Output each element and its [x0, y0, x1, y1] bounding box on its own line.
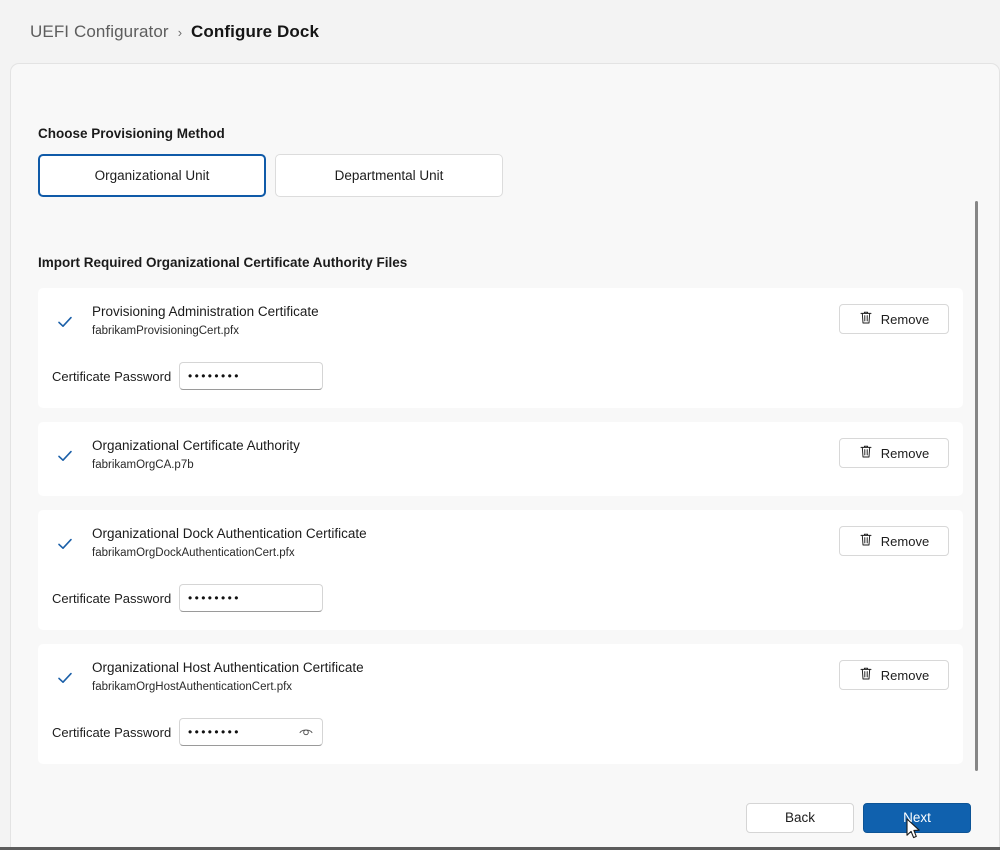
certificate-card: Provisioning Administration Certificate … — [38, 288, 963, 408]
next-button-label: Next — [903, 810, 931, 825]
certificate-password-label: Certificate Password — [52, 725, 179, 740]
certificate-password-input[interactable]: •••••••• — [179, 718, 323, 746]
back-button[interactable]: Back — [746, 803, 854, 833]
trash-icon — [859, 532, 873, 550]
page-title: Configure Dock — [191, 22, 319, 42]
reveal-password-eye-icon[interactable] — [298, 726, 314, 738]
provisioning-option-departmental-unit[interactable]: Departmental Unit — [275, 154, 503, 197]
trash-icon — [859, 310, 873, 328]
remove-button-label: Remove — [881, 446, 929, 461]
remove-certificate-button[interactable]: Remove — [839, 304, 949, 334]
provisioning-method-label: Choose Provisioning Method — [38, 126, 999, 141]
configure-dock-panel: Choose Provisioning Method Organizationa… — [10, 63, 1000, 847]
scrollbar-thumb[interactable] — [975, 201, 978, 771]
certificate-filename: fabrikamProvisioningCert.pfx — [92, 324, 949, 338]
certificate-title: Provisioning Administration Certificate — [92, 304, 949, 321]
certificate-info: Provisioning Administration Certificate … — [78, 304, 949, 338]
check-icon — [52, 304, 78, 331]
certificate-password-row: Certificate Password •••••••• — [38, 570, 963, 630]
certificate-card-header: Organizational Certificate Authority fab… — [38, 438, 963, 478]
certificate-title: Organizational Host Authentication Certi… — [92, 660, 949, 677]
certificate-info: Organizational Host Authentication Certi… — [78, 660, 949, 694]
back-button-label: Back — [785, 810, 815, 825]
certificate-password-row: Certificate Password •••••••• — [38, 704, 963, 764]
certificate-card-header: Provisioning Administration Certificate … — [38, 304, 963, 348]
certificate-card-header: Organizational Dock Authentication Certi… — [38, 526, 963, 570]
password-masked-value: •••••••• — [188, 592, 314, 604]
password-masked-value: •••••••• — [188, 370, 314, 382]
remove-button-label: Remove — [881, 534, 929, 549]
certificate-password-input[interactable]: •••••••• — [179, 362, 323, 390]
remove-button-label: Remove — [881, 668, 929, 683]
certificate-password-label: Certificate Password — [52, 591, 179, 606]
certificate-filename: fabrikamOrgCA.p7b — [92, 458, 949, 472]
remove-certificate-button[interactable]: Remove — [839, 660, 949, 690]
next-button[interactable]: Next — [863, 803, 971, 833]
certificate-password-input[interactable]: •••••••• — [179, 584, 323, 612]
remove-certificate-button[interactable]: Remove — [839, 438, 949, 468]
provisioning-method-group: Organizational Unit Departmental Unit — [38, 154, 999, 197]
panel-scroll-area: Choose Provisioning Method Organizationa… — [11, 64, 999, 789]
remove-button-label: Remove — [881, 312, 929, 327]
trash-icon — [859, 666, 873, 684]
wizard-footer: Back Next — [11, 788, 999, 847]
import-section-heading: Import Required Organizational Certifica… — [38, 255, 999, 270]
check-icon — [52, 438, 78, 465]
certificate-filename: fabrikamOrgDockAuthenticationCert.pfx — [92, 546, 949, 560]
certificate-card-header: Organizational Host Authentication Certi… — [38, 660, 963, 704]
breadcrumb-root-link[interactable]: UEFI Configurator — [30, 22, 169, 42]
vertical-scrollbar[interactable] — [972, 201, 981, 771]
breadcrumb-separator-icon: › — [178, 25, 182, 40]
check-icon — [52, 660, 78, 687]
breadcrumb-header: UEFI Configurator › Configure Dock — [0, 0, 1000, 63]
certificate-title: Organizational Certificate Authority — [92, 438, 949, 455]
certificate-card: Organizational Host Authentication Certi… — [38, 644, 963, 764]
certificate-info: Organizational Certificate Authority fab… — [78, 438, 949, 472]
provisioning-option-label: Organizational Unit — [95, 168, 210, 183]
password-masked-value: •••••••• — [188, 726, 298, 738]
certificate-list: Provisioning Administration Certificate … — [38, 288, 963, 764]
trash-icon — [859, 444, 873, 462]
certificate-info: Organizational Dock Authentication Certi… — [78, 526, 949, 560]
certificate-card: Organizational Dock Authentication Certi… — [38, 510, 963, 630]
check-icon — [52, 526, 78, 553]
remove-certificate-button[interactable]: Remove — [839, 526, 949, 556]
certificate-password-row: Certificate Password •••••••• — [38, 348, 963, 408]
provisioning-option-organizational-unit[interactable]: Organizational Unit — [38, 154, 266, 197]
certificate-title: Organizational Dock Authentication Certi… — [92, 526, 949, 543]
certificate-card: Organizational Certificate Authority fab… — [38, 422, 963, 496]
certificate-filename: fabrikamOrgHostAuthenticationCert.pfx — [92, 680, 949, 694]
provisioning-option-label: Departmental Unit — [335, 168, 444, 183]
certificate-password-label: Certificate Password — [52, 369, 179, 384]
